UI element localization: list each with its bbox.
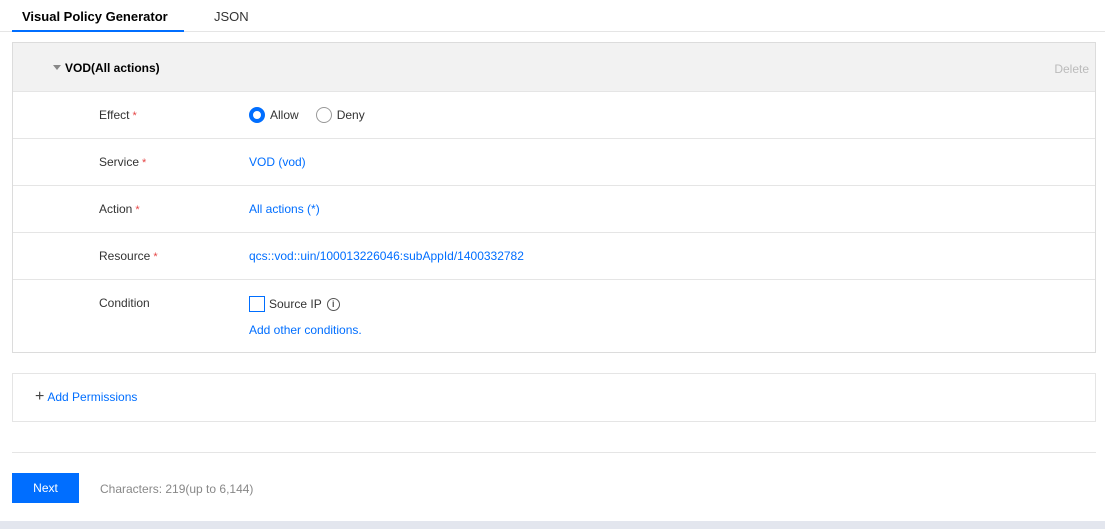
footer-divider <box>12 452 1096 453</box>
source-ip-checkbox[interactable] <box>249 296 265 312</box>
effect-label: Effect * <box>99 108 137 122</box>
allow-label: Allow <box>270 108 299 122</box>
required-mark: * <box>153 251 158 263</box>
radio-checked-icon[interactable] <box>249 107 265 123</box>
radio-unchecked-icon[interactable] <box>315 107 332 123</box>
plus-icon: + <box>35 388 45 405</box>
effect-allow-radio[interactable]: Allow <box>249 107 299 123</box>
policy-statement-panel: VOD(All actions) Delete Effect * Allow De… <box>12 42 1096 353</box>
required-mark: * <box>132 110 137 122</box>
policy-statement-header[interactable]: VOD(All actions) Delete <box>13 43 1095 92</box>
effect-deny-radio[interactable]: Deny <box>315 107 365 123</box>
bottom-scroll-edge <box>0 521 1105 529</box>
condition-row: Condition Source IP i Add other conditio… <box>13 280 1095 352</box>
action-value-link[interactable]: All actions (*) <box>249 202 320 216</box>
add-permissions-label: Add Permissions <box>47 390 138 404</box>
effect-row: Effect * Allow Deny <box>13 92 1095 139</box>
delete-button[interactable]: Delete <box>1054 62 1089 76</box>
action-label: Action * <box>99 202 140 216</box>
character-count: Characters: 219(up to 6,144) <box>100 482 254 496</box>
source-ip-option: Source IP i <box>249 296 340 312</box>
add-permissions-button[interactable]: + Add Permissions <box>35 388 138 405</box>
resource-row: Resource * qcs::vod::uin/100013226046:sub… <box>13 233 1095 280</box>
tab-json[interactable]: JSON <box>214 8 249 32</box>
required-mark: * <box>135 204 140 216</box>
action-row: Action * All actions (*) <box>13 186 1095 233</box>
service-value-link[interactable]: VOD (vod) <box>249 155 306 169</box>
policy-statement-title: VOD(All actions) <box>65 61 160 75</box>
next-button[interactable]: Next <box>12 473 79 503</box>
deny-label: Deny <box>336 108 365 122</box>
info-icon[interactable]: i <box>326 297 340 311</box>
condition-label: Condition <box>99 296 150 310</box>
service-row: Service * VOD (vod) <box>13 139 1095 186</box>
add-permissions-panel: + Add Permissions <box>12 373 1096 422</box>
resource-value-link[interactable]: qcs::vod::uin/100013226046:subAppId/1400… <box>249 249 524 263</box>
effect-radio-group: Allow Deny <box>249 107 382 123</box>
tab-visual-policy-generator[interactable]: Visual Policy Generator <box>12 8 184 32</box>
required-mark: * <box>142 157 147 169</box>
source-ip-label: Source IP <box>269 297 322 311</box>
service-label: Service * <box>99 155 147 169</box>
caret-down-icon[interactable] <box>53 65 61 70</box>
add-other-conditions-link[interactable]: Add other conditions. <box>249 323 362 337</box>
tab-bar: Visual Policy Generator JSON <box>0 0 1105 32</box>
resource-label: Resource * <box>99 249 158 263</box>
